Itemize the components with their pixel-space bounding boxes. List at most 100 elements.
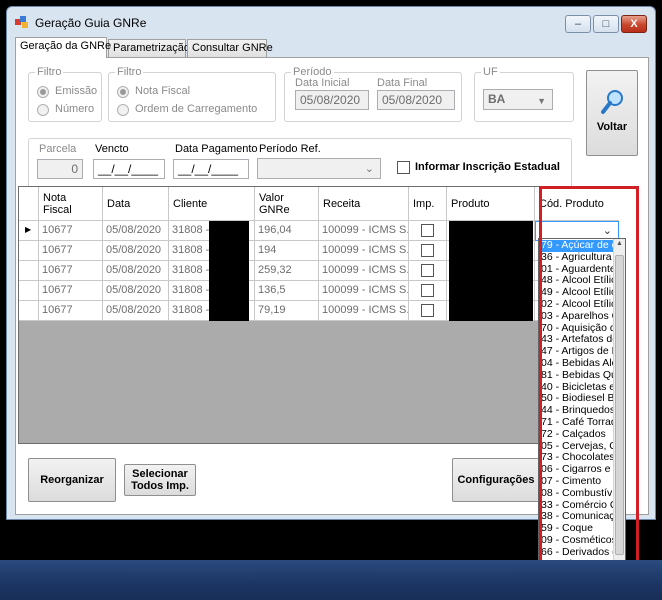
data-inicial-input[interactable]: 05/08/2020	[295, 90, 369, 110]
dropdown-option[interactable]: 66 - Derivados d	[539, 547, 613, 559]
dropdown-option[interactable]: 79 - Açúcar de c	[539, 240, 613, 252]
col-header-receita[interactable]: Receita	[319, 187, 409, 221]
col-header-cod-produto[interactable]: Cód. Produto	[535, 187, 619, 221]
dropdown-option[interactable]: 09 - Cosméticos,	[539, 535, 613, 547]
scroll-up-icon[interactable]: ▲	[615, 240, 624, 252]
cell-nota[interactable]: 10677	[39, 221, 103, 241]
dropdown-option[interactable]: 81 - Bebidas Que	[539, 370, 613, 382]
radio-numero[interactable]	[37, 104, 49, 116]
configuracoes-button[interactable]: Configurações	[452, 458, 540, 502]
imp-checkbox[interactable]	[421, 284, 434, 297]
col-header-data[interactable]: Data	[103, 187, 169, 221]
cell-valor[interactable]: 194	[255, 241, 319, 261]
cell-receita[interactable]: 100099 - ICMS S...	[319, 301, 409, 321]
cell-data[interactable]: 05/08/2020	[103, 261, 169, 281]
dropdown-option[interactable]: 70 - Aquisição de	[539, 323, 613, 335]
cell-receita[interactable]: 100099 - ICMS S...	[319, 281, 409, 301]
dropdown-option[interactable]: 50 - Biodiesel B1	[539, 393, 613, 405]
chevron-down-icon: ⌄	[602, 225, 612, 237]
cell-valor[interactable]: 79,19	[255, 301, 319, 321]
dropdown-option[interactable]: 47 - Artigos de P	[539, 346, 613, 358]
imp-checkbox[interactable]	[421, 304, 434, 317]
col-header-valor[interactable]: Valor GNRe	[255, 187, 319, 221]
title-bar[interactable]: Geração Guia GNRe – □ X	[7, 7, 655, 37]
minimize-button[interactable]: –	[565, 15, 591, 33]
tab-geracao[interactable]: Geração da GNRe	[15, 37, 111, 58]
radio-ordem-carregamento[interactable]	[117, 104, 129, 116]
periodo-ref-select[interactable]: ⌄	[257, 158, 381, 179]
cell-data[interactable]: 05/08/2020	[103, 221, 169, 241]
cell-nota[interactable]: 10677	[39, 261, 103, 281]
dropdown-option[interactable]: 08 - Combustív	[539, 488, 613, 500]
radio-ordem-carregamento-label: Ordem de Carregamento	[135, 103, 258, 115]
maximize-button[interactable]: □	[593, 15, 619, 33]
data-grid[interactable]: Nota Fiscal Data Cliente Valor GNRe Rece…	[18, 186, 619, 444]
data-pagamento-input[interactable]: __/__/____	[173, 159, 249, 179]
dropdown-option[interactable]: 07 - Cimento	[539, 476, 613, 488]
cod-produto-dropdown[interactable]: 79 - Açúcar de c 36 - Agricultura 01 - Agu…	[538, 238, 626, 596]
cell-valor[interactable]: 196,04	[255, 221, 319, 241]
cell-nota[interactable]: 10677	[39, 281, 103, 301]
col-header-nota-fiscal[interactable]: Nota Fiscal	[39, 187, 103, 221]
dropdown-option[interactable]: 38 - Comunicaç	[539, 511, 613, 523]
vencto-input[interactable]: __/__/____	[93, 159, 165, 179]
cell-data[interactable]: 05/08/2020	[103, 301, 169, 321]
col-header-produto[interactable]: Produto	[447, 187, 535, 221]
filtro-emissao-group: Filtro Emissão Número	[28, 66, 102, 122]
imp-checkbox[interactable]	[421, 244, 434, 257]
cell-nota[interactable]: 10677	[39, 241, 103, 261]
dropdown-option[interactable]: 40 - Bicicletas e	[539, 382, 613, 394]
radio-emissao[interactable]	[37, 86, 49, 98]
cell-data[interactable]: 05/08/2020	[103, 241, 169, 261]
row-header[interactable]	[19, 261, 39, 281]
close-button[interactable]: X	[621, 15, 647, 33]
dropdown-option[interactable]: 59 - Coque	[539, 523, 613, 535]
col-header-imp[interactable]: Imp.	[409, 187, 447, 221]
dropdown-option[interactable]: 71 - Café Torrad	[539, 417, 613, 429]
parcela-input[interactable]: 0	[37, 159, 83, 179]
dropdown-option[interactable]: 33 - Comércio Ou	[539, 500, 613, 512]
selecionar-todos-button[interactable]: Selecionar Todos Imp.	[124, 464, 196, 496]
row-header[interactable]	[19, 301, 39, 321]
dropdown-option[interactable]: 73 - Chocolates c	[539, 452, 613, 464]
cell-valor[interactable]: 136,5	[255, 281, 319, 301]
tab-consultar[interactable]: Consultar GNRe	[187, 39, 273, 57]
dropdown-option[interactable]: 43 - Artefatos de	[539, 334, 613, 346]
row-header[interactable]	[19, 281, 39, 301]
imp-checkbox[interactable]	[421, 224, 434, 237]
row-header[interactable]: ▶	[19, 221, 39, 241]
radio-numero-label: Número	[55, 103, 95, 115]
dropdown-option[interactable]: 03 - Aparelhos C	[539, 311, 613, 323]
scroll-thumb[interactable]	[615, 255, 624, 555]
inscricao-checkbox[interactable]	[397, 161, 410, 174]
cell-receita[interactable]: 100099 - ICMS S...	[319, 241, 409, 261]
dropdown-option[interactable]: 01 - Aguardente	[539, 264, 613, 276]
vencto-label: Vencto	[95, 143, 129, 155]
row-header[interactable]	[19, 241, 39, 261]
dropdown-option[interactable]: 44 - Brinquedos	[539, 405, 613, 417]
uf-select[interactable]: BA ▼	[483, 89, 553, 110]
dropdown-option[interactable]: 06 - Cigarros e p	[539, 464, 613, 476]
cell-data[interactable]: 05/08/2020	[103, 281, 169, 301]
data-final-input[interactable]: 05/08/2020	[377, 90, 455, 110]
dropdown-option[interactable]: 05 - Cervejas, Ch	[539, 441, 613, 453]
row-pointer-icon: ▶	[25, 225, 32, 234]
dropdown-option[interactable]: 04 - Bebidas Alco	[539, 358, 613, 370]
cell-valor[interactable]: 259,32	[255, 261, 319, 281]
tab-parametrizacao[interactable]: Parametrização	[108, 39, 190, 57]
voltar-button[interactable]: Voltar	[586, 70, 638, 156]
col-header-cliente[interactable]: Cliente	[169, 187, 255, 221]
dropdown-option[interactable]: 02 - Álcool Etílic	[539, 299, 613, 311]
radio-nota-fiscal[interactable]	[117, 86, 129, 98]
grid-corner	[19, 187, 39, 221]
imp-checkbox[interactable]	[421, 264, 434, 277]
cell-nota[interactable]: 10677	[39, 301, 103, 321]
cell-receita[interactable]: 100099 - ICMS S...	[319, 221, 409, 241]
dropdown-option[interactable]: 36 - Agricultura	[539, 252, 613, 264]
dropdown-option[interactable]: 72 - Calçados	[539, 429, 613, 441]
cell-receita[interactable]: 100099 - ICMS S...	[319, 261, 409, 281]
dropdown-scrollbar[interactable]: ▲ ▼	[613, 239, 625, 595]
dropdown-option[interactable]: 49 - Álcool Etílic	[539, 287, 613, 299]
reorganizar-button[interactable]: Reorganizar	[28, 458, 116, 502]
dropdown-option[interactable]: 48 - Álcool Etílic	[539, 275, 613, 287]
